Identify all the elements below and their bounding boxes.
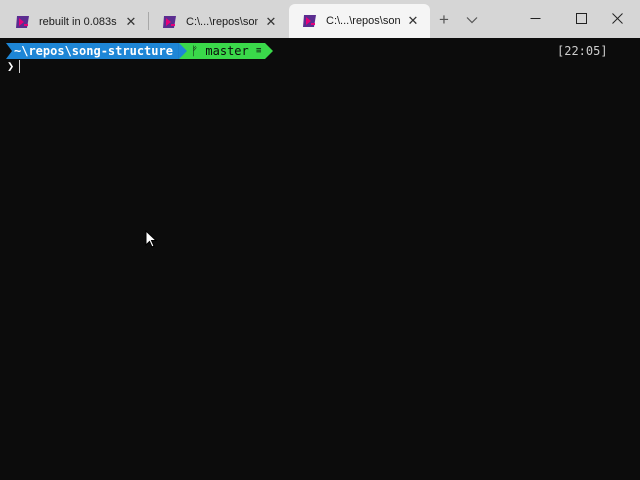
prompt-path-segment: ~\repos\song-structure [6,43,179,59]
close-icon [611,12,623,24]
new-tab-button[interactable]: + [433,10,455,30]
git-branch-name: master [205,44,249,58]
prompt-line: ~\repos\song-structure ᚠ master ≡ [6,43,274,59]
powershell-icon [163,15,176,28]
mouse-pointer-icon [145,230,157,248]
minimize-button[interactable] [512,0,558,36]
tab-1[interactable]: rebuilt in 0.083s ✕ [2,5,148,38]
terminal-pane[interactable]: ~\repos\song-structure ᚠ master ≡ [22:05… [0,38,640,480]
git-branch-icon: ᚠ [190,44,199,58]
tab-3-title: C:\...\repos\song- [326,15,400,27]
powerline-end-icon [265,43,274,59]
tab-3-close-icon[interactable]: ✕ [404,12,422,30]
tab-dropdown-button[interactable] [462,10,482,30]
prompt-git-segment: ᚠ master ≡ [186,43,266,59]
close-window-button[interactable] [594,0,640,36]
powershell-icon [16,15,29,28]
tab-2-close-icon[interactable]: ✕ [262,13,280,31]
command-input-line[interactable]: ❯ [7,59,21,73]
tab-1-title: rebuilt in 0.083s [39,15,117,28]
tab-2-title: C:\...\repos\song- [186,15,258,28]
prompt-time: [22:05] [557,44,608,58]
git-status-icon: ≡ [255,46,262,56]
chevron-down-icon [466,17,478,24]
tab-strip: rebuilt in 0.083s ✕ C:\...\repos\song- ✕… [0,0,640,38]
tab-3[interactable]: C:\...\repos\song- ✕ [289,4,430,38]
maximize-icon [575,12,587,24]
tab-2[interactable]: C:\...\repos\song- ✕ [149,5,288,38]
powerline-separator-icon [178,43,187,59]
tab-1-close-icon[interactable]: ✕ [122,13,140,31]
terminal-window: rebuilt in 0.083s ✕ C:\...\repos\song- ✕… [0,0,640,480]
minimize-icon [530,17,540,19]
prompt-chevron-icon: ❯ [7,59,15,73]
powershell-icon [303,15,316,27]
text-cursor [19,59,21,73]
